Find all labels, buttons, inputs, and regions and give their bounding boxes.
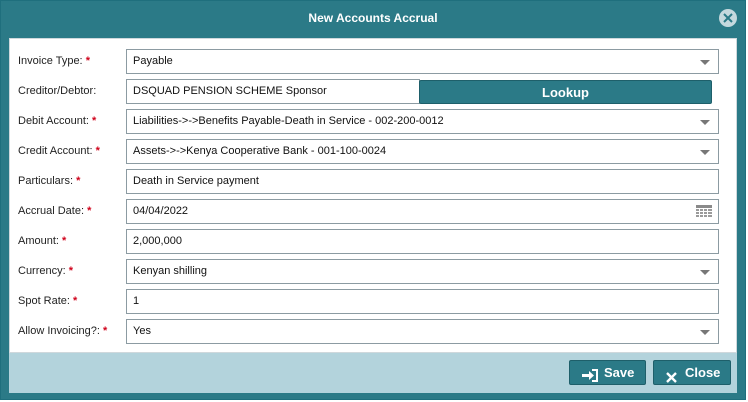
required-mark: * <box>73 295 78 307</box>
accrual-date-label: Accrual Date: * <box>18 205 91 217</box>
lookup-button[interactable]: Lookup <box>419 80 712 104</box>
x-icon <box>666 367 677 390</box>
particulars-row: Particulars: * Death in Service payment <box>10 169 736 195</box>
debit-account-select[interactable]: Liabilities->->Benefits Payable-Death in… <box>126 109 719 134</box>
allow-invoicing-label: Allow Invoicing?: * <box>18 325 107 337</box>
debit-account-label: Debit Account: * <box>18 115 96 127</box>
required-mark: * <box>103 325 108 337</box>
chevron-down-icon <box>700 150 710 155</box>
new-accounts-accrual-dialog: New Accounts Accrual Invoice Type: * Pay… <box>0 0 746 400</box>
credit-account-row: Credit Account: * Assets->->Kenya Cooper… <box>10 139 736 165</box>
required-mark: * <box>85 55 90 67</box>
required-mark: * <box>68 265 74 277</box>
currency-value: Kenyan shilling <box>133 265 207 277</box>
amount-label: Amount: * <box>18 235 66 247</box>
particulars-input[interactable]: Death in Service payment <box>126 169 719 194</box>
amount-value: 2,000,000 <box>133 235 182 247</box>
credit-account-label: Credit Account: * <box>18 145 100 157</box>
accrual-date-value: 04/04/2022 <box>133 205 189 217</box>
allow-invoicing-value: Yes <box>133 325 151 337</box>
save-label: Save <box>604 365 635 380</box>
invoice-type-select[interactable]: Payable <box>126 49 719 74</box>
close-label: Close <box>685 365 721 380</box>
required-mark: * <box>62 235 67 247</box>
creditor-debtor-input[interactable]: DSQUAD PENSION SCHEME Sponsor <box>126 79 420 104</box>
allow-invoicing-label-text: Allow Invoicing?: <box>18 325 100 337</box>
close-button[interactable]: Close <box>653 360 731 385</box>
save-button[interactable]: Save <box>569 360 646 385</box>
accrual-date-input[interactable]: 04/04/2022 <box>126 199 719 224</box>
debit-account-label-text: Debit Account: <box>18 115 89 127</box>
invoice-type-label-text: Invoice Type: <box>18 55 83 67</box>
currency-label-text: Currency: <box>18 265 66 277</box>
creditor-debtor-label: Creditor/Debtor: <box>18 85 97 97</box>
sign-in-icon <box>582 366 598 389</box>
calendar-icon[interactable] <box>696 205 712 223</box>
required-mark: * <box>76 175 81 187</box>
debit-account-value: Liabilities->->Benefits Payable-Death in… <box>133 115 444 127</box>
amount-input[interactable]: 2,000,000 <box>126 229 719 254</box>
particulars-label-text: Particulars: <box>18 175 74 187</box>
allow-invoicing-row: Allow Invoicing?: * Yes <box>10 319 736 345</box>
amount-label-text: Amount: <box>18 235 59 247</box>
chevron-down-icon <box>700 270 710 275</box>
accrual-date-row: Accrual Date: * 04/04/2022 <box>10 199 736 225</box>
credit-account-value: Assets->->Kenya Cooperative Bank - 001-1… <box>133 145 387 157</box>
currency-select[interactable]: Kenyan shilling <box>126 259 719 284</box>
spot-rate-label-text: Spot Rate: <box>18 295 70 307</box>
spot-rate-row: Spot Rate: * 1 <box>10 289 736 315</box>
invoice-type-row: Invoice Type: * Payable <box>10 49 736 75</box>
allow-invoicing-select[interactable]: Yes <box>126 319 719 344</box>
credit-account-label-text: Credit Account: <box>18 145 93 157</box>
particulars-label: Particulars: * <box>18 175 80 187</box>
chevron-down-icon <box>700 330 710 335</box>
required-mark: * <box>95 145 100 157</box>
dialog-title: New Accounts Accrual <box>308 11 438 25</box>
debit-account-row: Debit Account: * Liabilities->->Benefits… <box>10 109 736 135</box>
form-body: Invoice Type: * Payable Creditor/Debtor:… <box>9 38 737 353</box>
creditor-debtor-value: DSQUAD PENSION SCHEME Sponsor <box>133 85 327 97</box>
required-mark: * <box>92 115 97 127</box>
creditor-debtor-row: Creditor/Debtor: DSQUAD PENSION SCHEME S… <box>10 79 736 105</box>
invoice-type-label: Invoice Type: * <box>18 55 90 67</box>
dialog-footer: Save Close <box>9 353 737 393</box>
chevron-down-icon <box>700 120 710 125</box>
currency-row: Currency: * Kenyan shilling <box>10 259 736 285</box>
chevron-down-icon <box>700 60 710 65</box>
amount-row: Amount: * 2,000,000 <box>10 229 736 255</box>
required-mark: * <box>87 205 92 217</box>
close-circle-icon[interactable] <box>719 9 737 27</box>
spot-rate-input[interactable]: 1 <box>126 289 719 314</box>
dialog-titlebar: New Accounts Accrual <box>1 1 745 37</box>
invoice-type-value: Payable <box>133 55 173 67</box>
currency-label: Currency: * <box>18 265 73 277</box>
spot-rate-label: Spot Rate: * <box>18 295 77 307</box>
accrual-date-label-text: Accrual Date: <box>18 205 85 217</box>
spot-rate-value: 1 <box>133 295 140 307</box>
credit-account-select[interactable]: Assets->->Kenya Cooperative Bank - 001-1… <box>126 139 719 164</box>
particulars-value: Death in Service payment <box>133 175 259 187</box>
